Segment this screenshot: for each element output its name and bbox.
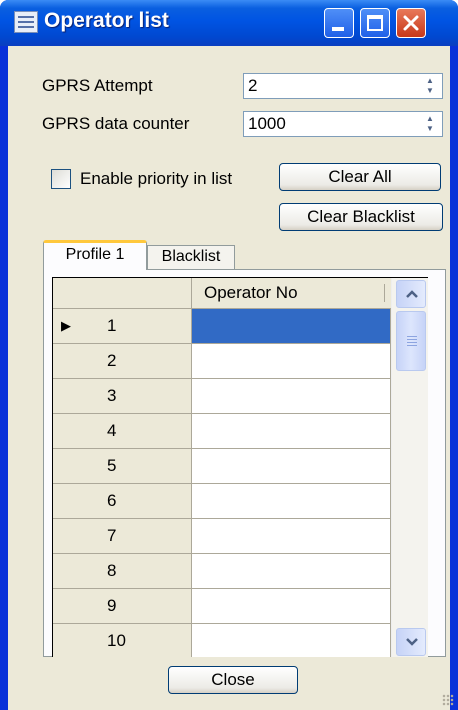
gprs-counter-spinner[interactable]: 1000 ▲ ▼ bbox=[243, 111, 443, 137]
operator-no-cell[interactable] bbox=[192, 519, 391, 554]
operator-no-cell[interactable] bbox=[192, 554, 391, 589]
operator-no-cell[interactable] bbox=[192, 589, 391, 624]
table-row[interactable]: 4 bbox=[53, 414, 391, 449]
close-window-button[interactable] bbox=[396, 8, 426, 38]
scroll-up-button[interactable] bbox=[396, 280, 426, 308]
grid-vertical-scrollbar[interactable] bbox=[391, 278, 428, 657]
row-number: 1 bbox=[107, 316, 117, 335]
row-header[interactable]: 2 bbox=[53, 344, 192, 379]
operator-no-column-header[interactable]: Operator No bbox=[192, 278, 391, 309]
row-header[interactable]: 3 bbox=[53, 379, 192, 414]
row-header[interactable]: 10 bbox=[53, 624, 192, 657]
operator-no-cell[interactable] bbox=[192, 309, 391, 344]
row-header[interactable]: 8 bbox=[53, 554, 192, 589]
close-button[interactable]: Close bbox=[168, 666, 298, 694]
row-header[interactable]: ▶ 1 bbox=[53, 309, 192, 344]
operator-no-cell[interactable] bbox=[192, 449, 391, 484]
gprs-counter-label: GPRS data counter bbox=[42, 114, 190, 133]
operator-no-cell[interactable] bbox=[192, 379, 391, 414]
title-bar[interactable]: Operator list bbox=[0, 0, 458, 46]
spin-up-icon[interactable]: ▲ bbox=[420, 76, 440, 86]
minimize-button[interactable] bbox=[324, 8, 354, 38]
operator-no-cell[interactable] bbox=[192, 344, 391, 379]
current-row-pointer-icon: ▶ bbox=[61, 318, 71, 333]
row-header[interactable]: 4 bbox=[53, 414, 192, 449]
operator-grid[interactable]: Operator No ▶ 1 2 3 4 5 6 7 8 9 10 bbox=[52, 277, 428, 657]
row-number: 4 bbox=[107, 421, 117, 440]
spinner-arrows-icon[interactable]: ▲ ▼ bbox=[420, 76, 440, 96]
clear-blacklist-button[interactable]: Clear Blacklist bbox=[279, 203, 443, 231]
row-number: 7 bbox=[107, 526, 117, 545]
spinner-arrows-icon[interactable]: ▲ ▼ bbox=[420, 114, 440, 134]
app-icon bbox=[14, 11, 38, 33]
row-number: 3 bbox=[107, 386, 117, 405]
table-row[interactable]: 7 bbox=[53, 519, 391, 554]
row-header[interactable]: 6 bbox=[53, 484, 192, 519]
table-row[interactable]: 2 bbox=[53, 344, 391, 379]
enable-priority-checkbox[interactable] bbox=[51, 169, 71, 189]
operator-list-window: Operator list GPRS Attempt 2 ▲ ▼ GPRS da… bbox=[0, 0, 458, 710]
row-header[interactable]: 5 bbox=[53, 449, 192, 484]
clear-all-button[interactable]: Clear All bbox=[279, 163, 441, 191]
tab-blacklist[interactable]: Blacklist bbox=[147, 245, 235, 269]
table-row[interactable]: ▶ 1 bbox=[53, 309, 391, 344]
row-header[interactable]: 7 bbox=[53, 519, 192, 554]
table-row[interactable]: 8 bbox=[53, 554, 391, 589]
grid-corner-header[interactable] bbox=[53, 278, 192, 309]
row-number: 8 bbox=[107, 561, 117, 580]
maximize-button[interactable] bbox=[360, 8, 390, 38]
row-number: 6 bbox=[107, 491, 117, 510]
operator-no-cell[interactable] bbox=[192, 414, 391, 449]
resize-grip-icon[interactable] bbox=[442, 694, 454, 706]
row-number: 2 bbox=[107, 351, 117, 370]
spin-down-icon[interactable]: ▼ bbox=[420, 86, 440, 96]
table-row[interactable]: 10 bbox=[53, 624, 391, 657]
scroll-thumb[interactable] bbox=[396, 311, 426, 371]
operator-no-cell[interactable] bbox=[192, 624, 391, 657]
row-header[interactable]: 9 bbox=[53, 589, 192, 624]
gprs-counter-value[interactable]: 1000 bbox=[248, 114, 286, 134]
spin-down-icon[interactable]: ▼ bbox=[420, 124, 440, 134]
window-title: Operator list bbox=[44, 9, 169, 32]
table-row[interactable]: 5 bbox=[53, 449, 391, 484]
row-number: 10 bbox=[107, 631, 126, 650]
scroll-down-button[interactable] bbox=[396, 628, 426, 656]
enable-priority-label[interactable]: Enable priority in list bbox=[80, 169, 232, 189]
tab-profile-1[interactable]: Profile 1 bbox=[43, 240, 147, 270]
table-row[interactable]: 6 bbox=[53, 484, 391, 519]
gprs-attempt-spinner[interactable]: 2 ▲ ▼ bbox=[243, 73, 443, 99]
row-number: 9 bbox=[107, 596, 117, 615]
gprs-attempt-value[interactable]: 2 bbox=[248, 76, 257, 96]
spin-up-icon[interactable]: ▲ bbox=[420, 114, 440, 124]
table-row[interactable]: 9 bbox=[53, 589, 391, 624]
close-icon bbox=[403, 15, 419, 31]
grid-header-row: Operator No bbox=[53, 278, 391, 309]
chevron-down-icon bbox=[406, 638, 418, 646]
row-number: 5 bbox=[107, 456, 117, 475]
chevron-up-icon bbox=[406, 290, 418, 298]
table-row[interactable]: 3 bbox=[53, 379, 391, 414]
gprs-attempt-label: GPRS Attempt bbox=[42, 76, 153, 95]
operator-no-cell[interactable] bbox=[192, 484, 391, 519]
